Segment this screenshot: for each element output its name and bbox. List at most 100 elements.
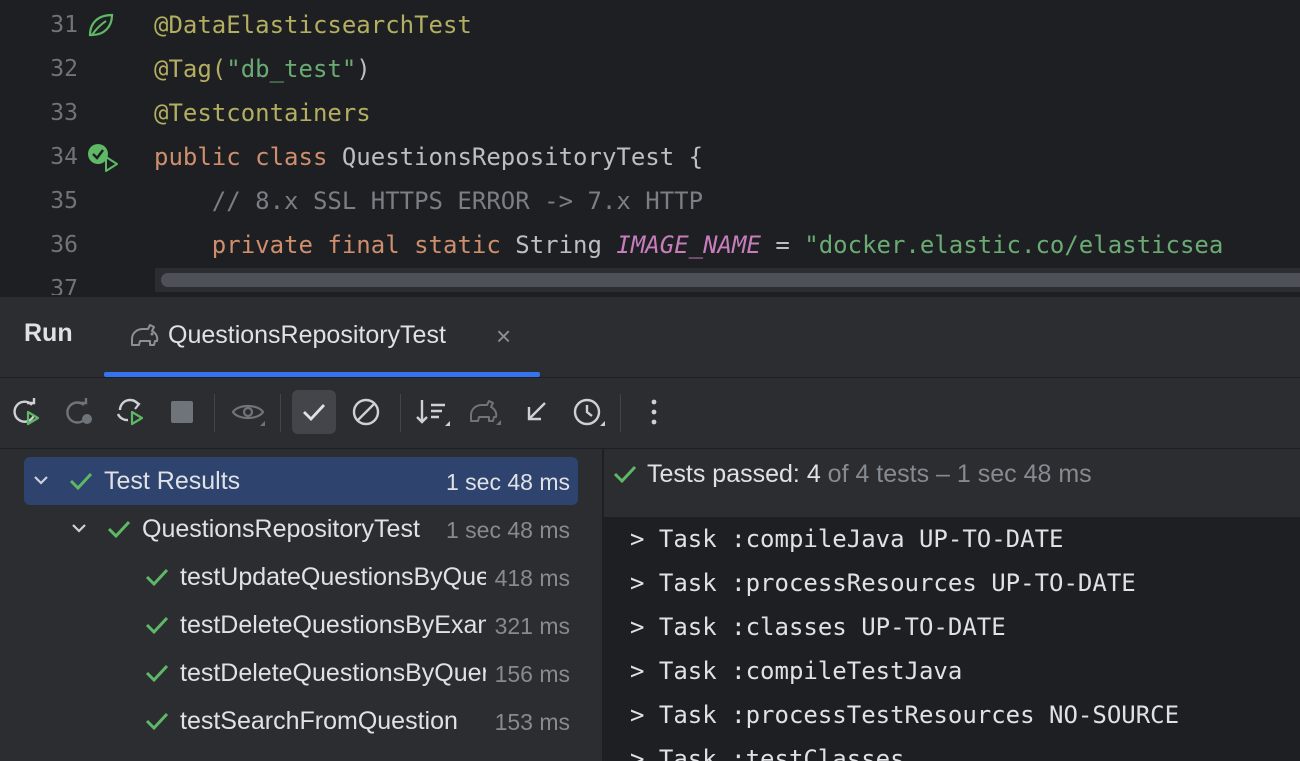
history-icon[interactable] — [568, 392, 608, 432]
passed-check-icon — [612, 463, 638, 490]
sort-icon[interactable] — [412, 392, 452, 432]
test-results-tree: Test Results 1 sec 48 ms QuestionsReposi… — [0, 449, 600, 761]
passed-check-icon — [106, 518, 132, 545]
passed-check-icon — [144, 566, 170, 593]
rerun-failed-icon[interactable] — [58, 392, 98, 432]
tree-root-test-results[interactable]: Test Results 1 sec 48 ms — [24, 457, 578, 505]
code-token: QuestionsRepositoryTest { — [341, 143, 704, 171]
tree-time: 321 ms — [494, 613, 570, 639]
passed-check-icon — [144, 662, 170, 689]
code-token: final — [327, 231, 415, 259]
gutter-line: 34 — [0, 135, 140, 179]
rerun-icon[interactable] — [6, 392, 46, 432]
stop-icon[interactable] — [162, 392, 202, 432]
console-output[interactable]: Tests passed: 4 of 4 tests – 1 sec 48 ms… — [604, 449, 1300, 761]
show-passed-icon[interactable] — [292, 390, 336, 434]
tree-time: 418 ms — [494, 565, 570, 591]
code-line: @Testcontainers — [154, 91, 371, 135]
code-token: @DataElasticsearchTest — [154, 11, 472, 39]
summary-suffix: of 4 tests – 1 sec 48 ms — [820, 460, 1092, 488]
code-line: @Tag("db_test") — [154, 47, 371, 91]
code-token: ) — [356, 55, 371, 83]
toolbar-separator — [280, 394, 281, 432]
passed-check-icon — [68, 470, 94, 497]
line-number: 33 — [50, 100, 78, 126]
tree-test-row[interactable]: testSearchFromQuestion 153 ms — [24, 697, 578, 745]
gutter-line: 36 — [0, 223, 140, 267]
line-number: 36 — [50, 232, 78, 258]
run-title: Run — [24, 319, 73, 347]
run-tab-bar: Run QuestionsRepositoryTest × — [0, 297, 1300, 378]
tab-questions-repository-test[interactable]: QuestionsRepositoryTest × — [104, 297, 540, 377]
code-token: // 8.x SSL HTTPS ERROR -> 7.x HTTP — [154, 187, 704, 215]
toolbar-separator — [214, 394, 215, 432]
code-token: @Tag( — [154, 55, 227, 83]
gutter-line: 37 — [0, 267, 140, 295]
passed-check-icon — [144, 710, 170, 737]
line-number: 37 — [50, 276, 78, 295]
toggle-auto-test-icon[interactable] — [110, 392, 150, 432]
tree-label: testDeleteQuestionsByExample — [180, 611, 486, 639]
gutter-line: 32 — [0, 47, 140, 91]
toolbar-separator — [400, 394, 401, 432]
gradle-icon — [128, 323, 160, 354]
console-line: > Task :processTestResources NO-SOURCE — [630, 701, 1180, 729]
tree-time: 153 ms — [494, 709, 570, 735]
code-token: public — [154, 143, 256, 171]
summary-prefix: Tests passed: — [647, 460, 807, 488]
tree-suite[interactable]: QuestionsRepositoryTest 1 sec 48 ms — [24, 505, 578, 553]
tree-time: 1 sec 48 ms — [446, 469, 570, 495]
close-icon[interactable]: × — [496, 323, 511, 349]
run-tool-window: Run QuestionsRepositoryTest × Test Resul… — [0, 296, 1300, 761]
run-toolbar — [0, 378, 1300, 449]
more-icon[interactable] — [634, 392, 674, 432]
console-line: > Task :processResources UP-TO-DATE — [630, 569, 1136, 597]
gutter-line: 31 — [0, 3, 140, 47]
code-token: IMAGE_NAME — [616, 231, 761, 259]
spring-leaf-icon[interactable] — [86, 11, 118, 41]
console-line: > Task :compileJava UP-TO-DATE — [630, 525, 1064, 553]
gutter-line: 33 — [0, 91, 140, 135]
tree-test-row[interactable]: testUpdateQuestionsByQuery 418 ms — [24, 553, 578, 601]
code-token: class — [255, 143, 342, 171]
tree-test-row[interactable]: testDeleteQuestionsByQuery 156 ms — [24, 649, 578, 697]
tree-test-row[interactable]: testDeleteQuestionsByExample 321 ms — [24, 601, 578, 649]
chevron-down-icon[interactable] — [70, 519, 88, 542]
chevron-down-icon[interactable] — [32, 471, 50, 494]
test-summary-text: Tests passed: 4 of 4 tests – 1 sec 48 ms — [647, 460, 1092, 489]
line-number: 35 — [50, 188, 78, 214]
tree-label: testSearchFromQuestion — [180, 707, 458, 735]
import-tests-icon[interactable] — [464, 392, 504, 432]
tree-time: 156 ms — [494, 661, 570, 687]
line-number: 34 — [50, 144, 78, 170]
show-ignored-icon[interactable] — [228, 392, 268, 432]
tree-label: testUpdateQuestionsByQuery — [180, 563, 486, 591]
toolbar-separator — [620, 394, 621, 432]
active-tab-indicator — [104, 372, 540, 377]
console-line: > Task :testClasses — [630, 745, 905, 761]
scrollbar-thumb[interactable] — [161, 273, 1300, 287]
code-token: private — [154, 231, 328, 259]
code-line: @DataElasticsearchTest — [154, 3, 472, 47]
tree-time: 1 sec 48 ms — [446, 517, 570, 543]
run-test-passed-icon[interactable] — [86, 143, 118, 173]
test-summary-bar: Tests passed: 4 of 4 tests – 1 sec 48 ms — [604, 449, 1300, 517]
code-token: @Testcontainers — [154, 99, 371, 127]
code-line: // 8.x SSL HTTPS ERROR -> 7.x HTTP — [154, 179, 703, 223]
code-editor[interactable]: 31 @DataElasticsearchTest 32 @Tag("db_test"… — [0, 0, 1300, 295]
collapse-icon[interactable] — [516, 392, 556, 432]
tree-label: QuestionsRepositoryTest — [142, 515, 420, 543]
tab-label: QuestionsRepositoryTest — [168, 321, 446, 349]
horizontal-scrollbar[interactable] — [155, 268, 1300, 292]
code-token: "docker.elastic.co/elasticsea — [804, 231, 1224, 259]
code-token: = — [760, 231, 805, 259]
tree-label: Test Results — [104, 467, 241, 495]
summary-count: 4 — [806, 460, 821, 488]
code-line: private final static String IMAGE_NAME =… — [154, 223, 1224, 267]
code-token: String — [515, 231, 617, 259]
code-token: "db_test" — [226, 55, 357, 83]
show-ignored-tests-icon[interactable] — [346, 392, 386, 432]
console-line: > Task :compileTestJava — [630, 657, 963, 685]
line-number: 32 — [50, 56, 78, 82]
gutter-line: 35 — [0, 179, 140, 223]
